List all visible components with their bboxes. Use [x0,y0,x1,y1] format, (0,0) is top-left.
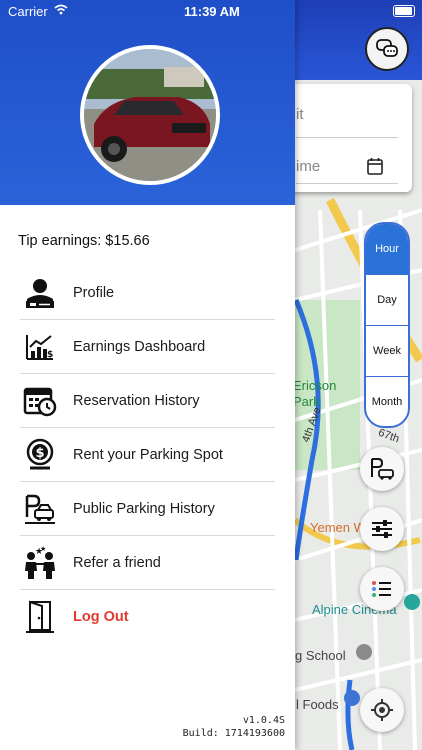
wifi-icon [54,4,68,15]
menu-label-rent: Rent your Parking Spot [73,446,223,463]
battery-icon [393,5,415,17]
profile-icon [22,275,58,311]
crosshair-icon [371,699,393,721]
menu-item-reservations[interactable]: Reservation History [20,374,275,428]
segment-month[interactable]: Month [366,377,408,426]
chat-button[interactable] [365,27,409,71]
divider [296,183,398,184]
carrier-label: Carrier [8,4,48,19]
parking-car-icon [371,458,394,480]
parking-fab[interactable] [360,447,404,491]
door-icon [22,599,58,635]
menu-item-rent[interactable]: $ Rent your Parking Spot [20,428,275,482]
menu-label-refer: Refer a friend [73,554,161,571]
map-label-foods: l Foods [296,697,339,712]
filter-fab[interactable] [360,507,404,551]
car-photo [84,49,216,181]
menu-item-logout[interactable]: Log Out [20,590,275,643]
location-field[interactable]: it [296,106,304,123]
svg-text:★: ★ [40,546,46,553]
drawer-menu: Profile $ Earnings Dashboard Reservation… [20,266,275,643]
menu-label-public-parking: Public Parking History [73,500,215,517]
avatar[interactable] [80,45,220,185]
menu-item-profile[interactable]: Profile [20,266,275,320]
duration-segment: Hour Day Week Month [364,222,410,428]
clock: 11:39 AM [184,4,240,19]
svg-text:$: $ [47,350,53,360]
version-info: v1.0.4S Build: 1714193600 [183,714,285,740]
segment-week[interactable]: Week [366,326,408,377]
map-label-school: g School [295,648,346,663]
menu-item-earnings[interactable]: $ Earnings Dashboard [20,320,275,374]
time-field[interactable]: ime [296,158,320,175]
menu-item-public-parking[interactable]: Public Parking History [20,482,275,536]
chart-icon: $ [22,329,58,365]
list-fab[interactable] [360,567,404,611]
divider [296,137,398,138]
menu-label-earnings: Earnings Dashboard [73,338,206,355]
version-label: v1.0.4S [242,715,285,726]
list-icon [372,581,391,597]
status-bar: Carrier 11:39 AM [0,0,422,22]
calendar-clock-icon [22,383,58,419]
parking-car-icon [22,491,58,527]
tip-earnings: Tip earnings: $15.66 [18,233,150,249]
menu-label-logout: Log Out [73,608,129,625]
map-label-ericson: Ericson [293,378,337,393]
locate-fab[interactable] [360,688,404,732]
map-label-yemen: Yemen W [310,520,366,535]
menu-label-reservations: Reservation History [73,392,200,409]
calendar-icon[interactable] [367,157,383,175]
svg-text:$: $ [36,446,45,461]
menu-item-refer[interactable]: ★ ★ Refer a friend [20,536,275,590]
people-icon: ★ ★ [22,545,58,581]
menu-label-profile: Profile [73,284,115,301]
segment-day[interactable]: Day [366,275,408,326]
side-drawer: Tip earnings: $15.66 Profile $ Earnings … [0,0,295,750]
dollar-coin-icon: $ [22,437,58,473]
build-label: Build: 1714193600 [182,728,285,739]
sliders-icon [372,520,392,538]
segment-hour[interactable]: Hour [366,224,408,275]
chat-bubbles-icon [376,39,398,57]
